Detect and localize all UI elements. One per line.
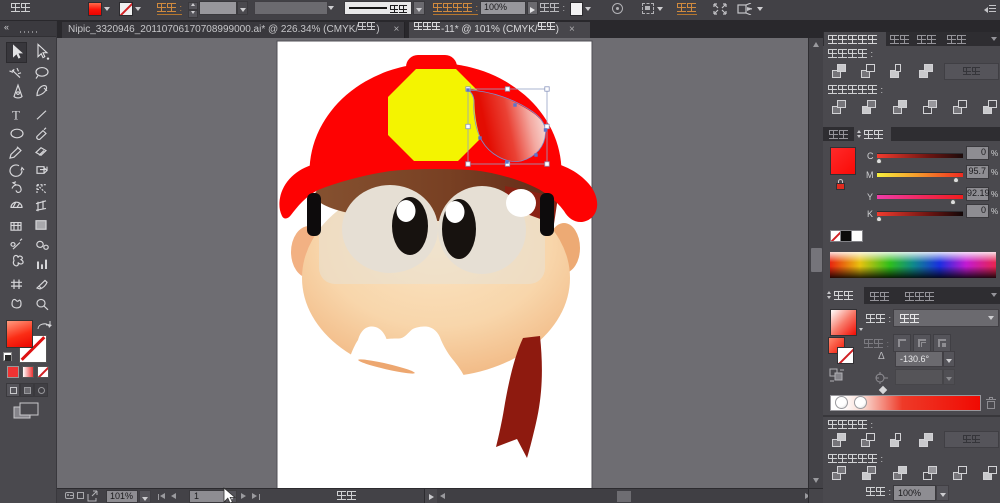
svg-text:T: T [12,109,20,123]
